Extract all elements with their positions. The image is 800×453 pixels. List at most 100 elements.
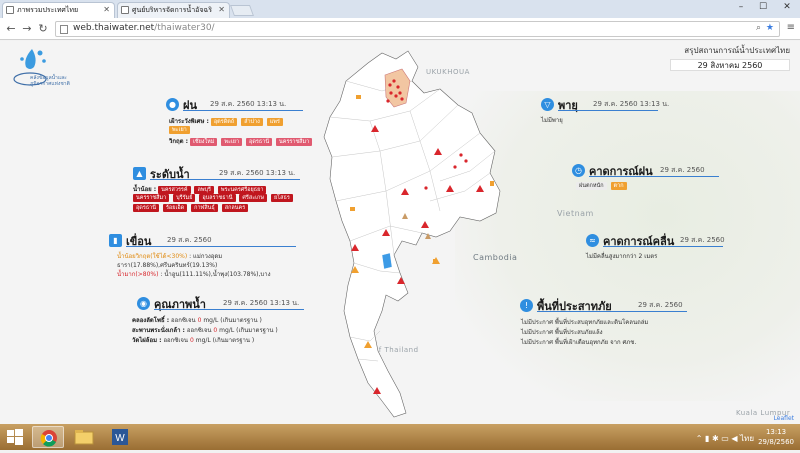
rain-forecast-row: ฝนตกหนัก ตาก	[576, 182, 629, 190]
province-tag[interactable]: นครสวรรค์	[158, 186, 191, 194]
quality-row: วัดไผ่ล้อม : ออกซิเจน 0 mg/L (เกินมาตรฐา…	[132, 337, 255, 344]
wave-status: ไม่มีคลื่นสูงมากกว่า 2 เมตร	[586, 253, 658, 260]
url-text: web.thaiwater.net/thaiwater30/	[73, 23, 215, 33]
storm-title: พายุ	[558, 99, 578, 112]
province-tag[interactable]: แพร่	[266, 118, 283, 126]
province-tag[interactable]: ยโสธร	[270, 194, 293, 202]
province-tag[interactable]: สกลนคร	[221, 204, 249, 212]
province-tag[interactable]: อุบลราชธานี	[199, 194, 236, 202]
province-tag[interactable]: อุดรธานี	[133, 204, 160, 212]
rain-watch-row-2: พะเยา	[169, 126, 192, 134]
disaster-row: ไม่มีประกาศ พื้นที่ประสบภัยแล้ง	[521, 329, 603, 336]
province-tag[interactable]: บุรีรัมย์	[173, 194, 196, 202]
screen: ภาพรวมประเทศไทย ✕ ศูนย์บริหารจัดการน้ำอั…	[0, 0, 800, 450]
tab-label: ศูนย์บริหารจัดการน้ำอัจฉริ	[132, 6, 212, 14]
close-icon[interactable]: ✕	[103, 3, 110, 17]
storm-status: ไม่มีพายุ	[541, 117, 563, 124]
province-tag[interactable]: กาฬสินธุ์	[191, 204, 218, 212]
rain-forecast-date: 29 ส.ค. 2560	[660, 166, 705, 174]
page-info-icon[interactable]	[60, 25, 68, 34]
divider	[558, 110, 658, 111]
divider	[126, 246, 296, 247]
svg-text:W: W	[115, 433, 125, 444]
taskbar-clock[interactable]: 13:13 29/8/2560	[758, 427, 794, 447]
water-level-date: 29 ส.ค. 2560 13:13 น.	[219, 169, 296, 177]
divider	[603, 246, 723, 247]
file-explorer-taskbar-button[interactable]	[68, 426, 100, 448]
maximize-icon[interactable]: ☐	[752, 2, 774, 12]
tab-bar: ภาพรวมประเทศไทย ✕ ศูนย์บริหารจัดการน้ำอั…	[0, 0, 800, 18]
summary-date: 29 สิงหาคม 2560	[670, 59, 790, 71]
divider	[154, 309, 304, 310]
province-tag[interactable]: เชียงใหม่	[189, 138, 218, 146]
water-level-triangle-icon: ▲	[133, 167, 146, 180]
rain-watch-row: เฝ้าระวังพิเศษ : อุตรดิตถ์ ลำปาง แพร่	[169, 116, 285, 126]
browser-toolbar: ← → ↻ web.thaiwater.net/thaiwater30/ ⌕ ★…	[0, 18, 800, 40]
web-page: UKUKHOUA Vietnam Cambodia Gulf of Thaila…	[0, 41, 800, 424]
province-tag[interactable]: นครราชสีมา	[133, 194, 170, 202]
water-level-row: น้ำน้อย : นครสวรรค์ ลพบุรี พระนครศรีอยุธ…	[133, 184, 268, 194]
forward-icon[interactable]: →	[20, 22, 34, 35]
wave-icon: ≈	[586, 234, 599, 247]
word-taskbar-button[interactable]: W	[104, 426, 136, 448]
address-bar[interactable]: web.thaiwater.net/thaiwater30/ ⌕ ★	[55, 21, 780, 37]
alert-icon: !	[520, 299, 533, 312]
leaflet-attribution-link[interactable]: Leaflet	[774, 415, 794, 422]
rain-forecast-title: คาดการณ์ฝน	[589, 165, 653, 178]
chrome-taskbar-button[interactable]	[32, 426, 64, 448]
bookmark-star-icon[interactable]: ★	[766, 23, 774, 33]
quality-date: 29 ส.ค. 2560 13:13 น.	[223, 299, 300, 307]
rain-title: ฝน	[183, 99, 197, 112]
disaster-row: ไม่มีประกาศ พื้นที่เฝ้าเตือนอุทกภัย จาก …	[521, 339, 637, 346]
summary-box: สรุปสถานการณ์น้ำประเทศไทย 29 สิงหาคม 256…	[670, 44, 790, 71]
tab-thailand-overview[interactable]: ภาพรวมประเทศไทย ✕	[2, 2, 115, 18]
province-tag[interactable]: พะเยา	[221, 138, 243, 146]
map-label: Vietnam	[557, 209, 594, 218]
menu-icon[interactable]: ≡	[787, 22, 795, 33]
province-tag[interactable]: พะเยา	[169, 126, 190, 134]
tab-smart-water-center[interactable]: ศูนย์บริหารจัดการน้ำอัจฉริ ✕	[117, 2, 230, 18]
province-tag[interactable]: อุดรธานี	[246, 138, 273, 146]
water-level-title: ระดับน้ำ	[150, 168, 190, 181]
wave-forecast-title: คาดการณ์คลื่น	[603, 235, 675, 248]
rain-drop-icon: ●	[166, 98, 179, 111]
dam-title: เขื่อน	[126, 235, 152, 248]
reload-icon[interactable]: ↻	[36, 22, 50, 35]
disaster-date: 29 ส.ค. 2560	[638, 301, 683, 309]
summary-title: สรุปสถานการณ์น้ำประเทศไทย	[684, 46, 790, 55]
page-icon	[6, 6, 14, 14]
province-tag[interactable]: พระนครศรีอยุธยา	[217, 186, 267, 194]
disaster-title: พื้นที่ประสาทภัย	[537, 300, 612, 313]
new-tab-button[interactable]	[229, 5, 255, 16]
system-tray[interactable]: ⌃ ▮ ✱ ▭ ◀ ไทย	[696, 432, 754, 445]
storm-funnel-icon: ▽	[541, 98, 554, 111]
water-level-row-2: นครราชสีมา บุรีรัมย์ อุบลราชธานี ศรีสะเก…	[133, 194, 295, 202]
province-tag[interactable]: ลพบุรี	[194, 186, 214, 194]
province-tag[interactable]: ลำปาง	[241, 118, 263, 126]
thailand-map[interactable]	[290, 41, 520, 424]
divider	[537, 311, 687, 312]
province-tag[interactable]: ตาก	[610, 182, 627, 190]
back-icon[interactable]: ←	[4, 22, 18, 35]
folder-icon	[74, 430, 94, 445]
zoom-icon[interactable]: ⌕	[756, 23, 761, 33]
province-tag[interactable]: ศรีสะเกษ	[239, 194, 268, 202]
province-tag[interactable]: อุตรดิตถ์	[210, 118, 238, 126]
page-icon	[121, 6, 129, 14]
logo-caption: คลังข้อมูลน้ำและ ภูมิอากาศแห่งชาติ	[30, 75, 70, 87]
dam-high-row: น้ำมาก(>80%) : น้ำอูน(111.11%),น้ำพุง(10…	[117, 271, 271, 278]
storm-date: 29 ส.ค. 2560 13:13 น.	[593, 100, 670, 108]
close-window-icon[interactable]: ✕	[776, 2, 798, 12]
quality-row: สะพานพระนั่งเกล้า : ออกซิเจน 0 mg/L (เกิ…	[132, 327, 278, 334]
province-tag[interactable]: นครราชสีมา	[276, 138, 313, 146]
windows-start-icon[interactable]	[6, 428, 24, 446]
minimize-icon[interactable]: –	[730, 2, 752, 12]
input-language[interactable]: ไทย	[740, 434, 754, 443]
dam-icon: ▮	[109, 234, 122, 247]
province-tag[interactable]: ร้อยเอ็ด	[162, 204, 188, 212]
bangkok-highlight	[381, 252, 393, 270]
dam-date: 29 ส.ค. 2560	[167, 236, 212, 244]
rain-date: 29 ส.ค. 2560 13:13 น.	[210, 100, 287, 108]
thailand-outline	[323, 50, 501, 418]
close-icon[interactable]: ✕	[218, 3, 225, 17]
